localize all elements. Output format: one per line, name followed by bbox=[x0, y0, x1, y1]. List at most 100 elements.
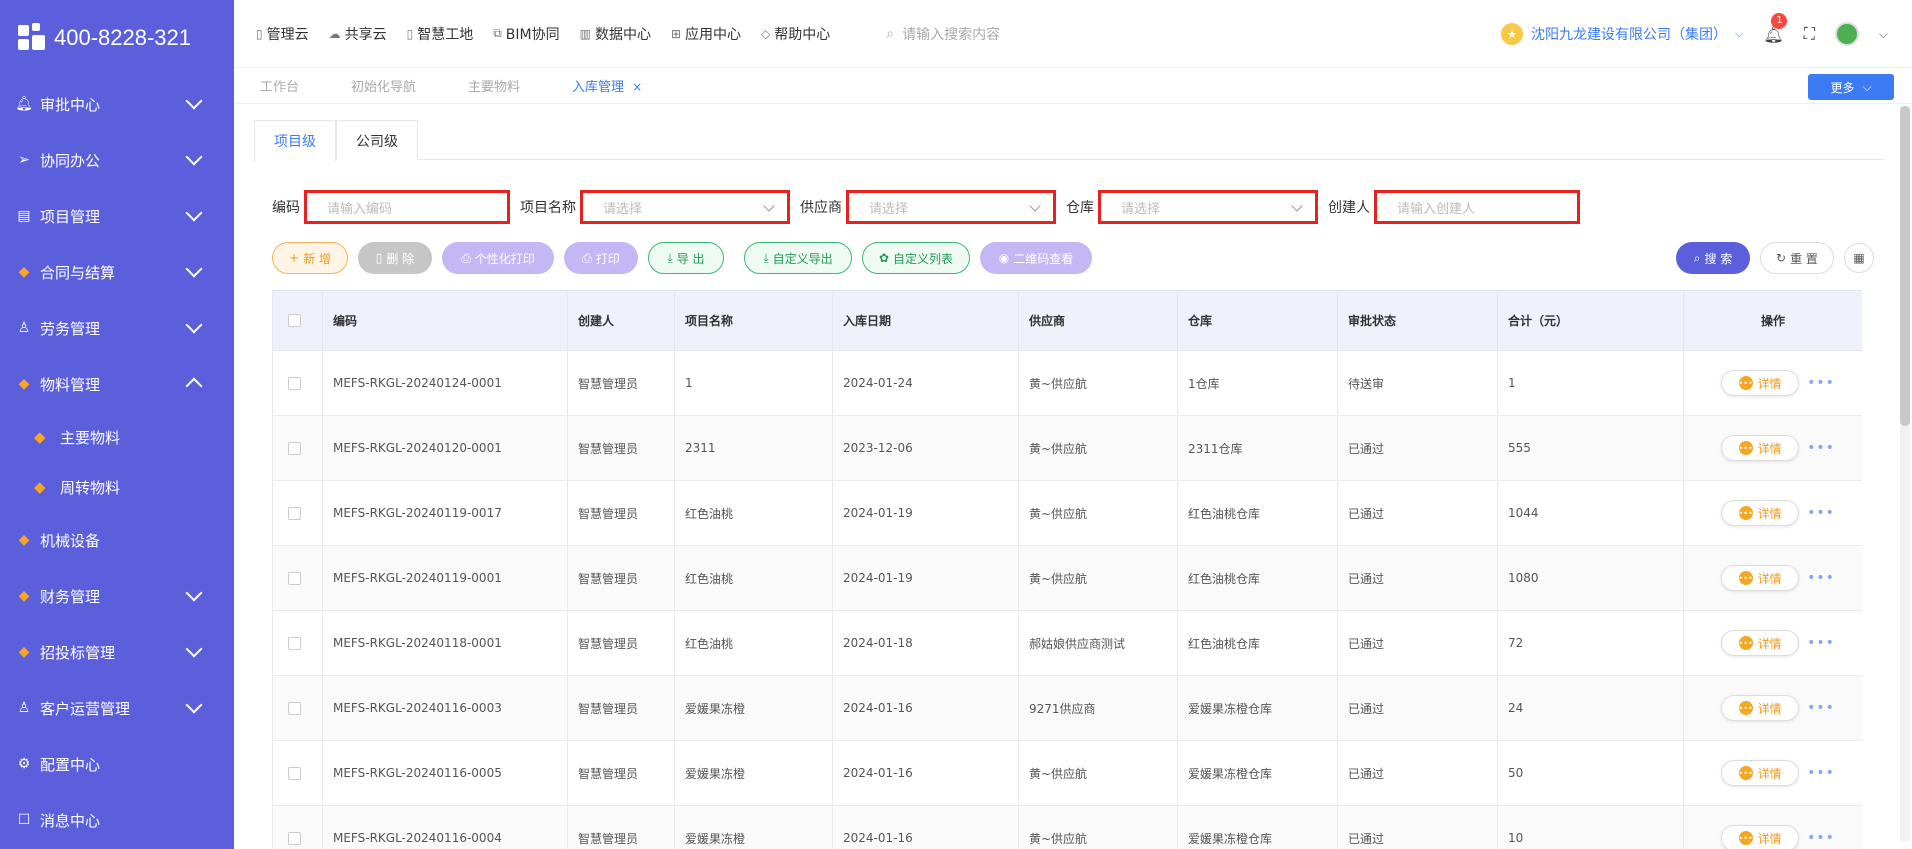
table-row[interactable]: MEFS-RKGL-20240116-0003 智慧管理员 爱媛果冻橙 2024-01… bbox=[272, 675, 1862, 741]
sidebar-item[interactable]: ▤ 项目管理 bbox=[0, 188, 234, 244]
table-row[interactable]: MEFS-RKGL-20240120-0001 智慧管理员 2311 2023-12-… bbox=[272, 415, 1862, 481]
sidebar-item[interactable]: ◆ 合同与结算 bbox=[0, 244, 234, 300]
page-tab[interactable]: 初始化导航 bbox=[325, 76, 442, 95]
sidebar-item[interactable]: ☐ 消息中心 bbox=[0, 792, 234, 848]
detail-button[interactable]: ••• 详情 bbox=[1721, 825, 1800, 849]
supplier-select[interactable]: 请选择 bbox=[846, 190, 1056, 224]
row-checkbox[interactable] bbox=[288, 571, 301, 585]
top-menu-item[interactable]: ⧉ BIM协同 bbox=[493, 24, 559, 44]
top-menu-item[interactable]: ☁ 共享云 bbox=[329, 24, 387, 44]
sidebar-item[interactable]: ➢ 协同办公 bbox=[0, 132, 234, 188]
chevron-down-icon[interactable]: ⌵ bbox=[1879, 27, 1888, 42]
sidebar-item[interactable]: ⚙ 配置中心 bbox=[0, 736, 234, 792]
row-checkbox[interactable] bbox=[288, 831, 301, 845]
row-checkbox[interactable] bbox=[288, 701, 301, 715]
sidebar-item[interactable]: ◆ 机械设备 bbox=[0, 512, 234, 568]
cell-supplier: 黄~供应航 bbox=[1018, 480, 1178, 546]
detail-button[interactable]: ••• 详情 bbox=[1721, 370, 1800, 396]
top-menu-item[interactable]: ⊞ 应用中心 bbox=[671, 24, 741, 44]
top-menu-item[interactable]: ▯ 智慧工地 bbox=[407, 24, 474, 44]
top-menu-item[interactable]: ▥ 数据中心 bbox=[580, 24, 651, 44]
more-options-icon[interactable]: ••• bbox=[1807, 570, 1835, 586]
custom-list-button[interactable]: ✿ 自定义列表 bbox=[862, 242, 970, 274]
cell-code: MEFS-RKGL-20240116-0005 bbox=[322, 740, 568, 806]
table-row[interactable]: MEFS-RKGL-20240124-0001 智慧管理员 1 2024-01-24 黄… bbox=[272, 350, 1862, 416]
custom-export-button[interactable]: ⤓ 自定义导出 bbox=[744, 242, 852, 274]
delete-button[interactable]: ▯ 删 除 bbox=[358, 242, 432, 274]
detail-button[interactable]: ••• 详情 bbox=[1721, 435, 1800, 461]
more-options-icon[interactable]: ••• bbox=[1807, 765, 1835, 781]
more-options-icon[interactable]: ••• bbox=[1807, 700, 1835, 716]
page-tab[interactable]: 工作台 bbox=[234, 76, 325, 95]
sidebar-item[interactable]: ♙ 客户运营管理 bbox=[0, 680, 234, 736]
col-project[interactable]: 项目名称 bbox=[674, 290, 833, 351]
col-supplier[interactable]: 供应商 bbox=[1018, 290, 1178, 351]
detail-button[interactable]: ••• 详情 bbox=[1721, 565, 1800, 591]
sidebar-item[interactable]: ◆ 物料管理 bbox=[0, 356, 234, 412]
custom-print-button[interactable]: ⎙ 个性化打印 bbox=[442, 242, 554, 274]
cell-actions: ••• 详情 ••• bbox=[1683, 740, 1862, 806]
global-search-input[interactable]: 请输入搜索内容 bbox=[902, 24, 1000, 44]
sidebar-item[interactable]: 🔔︎ 审批中心 bbox=[0, 76, 234, 132]
project-select[interactable]: 请选择 bbox=[580, 190, 790, 224]
company-selector[interactable]: ★ 沈阳九龙建设有限公司（集团） ⌵ bbox=[1501, 23, 1743, 45]
add-button[interactable]: + 新 增 bbox=[272, 242, 348, 274]
table-row[interactable]: MEFS-RKGL-20240118-0001 智慧管理员 红色油桃 2024-01-… bbox=[272, 610, 1862, 676]
detail-button[interactable]: ••• 详情 bbox=[1721, 695, 1800, 721]
tab-company-level[interactable]: 公司级 bbox=[336, 120, 418, 160]
row-checkbox[interactable] bbox=[288, 376, 301, 390]
col-warehouse[interactable]: 仓库 bbox=[1177, 290, 1338, 351]
detail-button[interactable]: ••• 详情 bbox=[1721, 630, 1800, 656]
table-row[interactable]: MEFS-RKGL-20240116-0004 智慧管理员 爱媛果冻橙 2024-01… bbox=[272, 805, 1862, 849]
table-row[interactable]: MEFS-RKGL-20240119-0017 智慧管理员 红色油桃 2024-01-… bbox=[272, 480, 1862, 546]
detail-button[interactable]: ••• 详情 bbox=[1721, 500, 1800, 526]
more-options-icon[interactable]: ••• bbox=[1807, 375, 1835, 391]
scrollbar-thumb[interactable] bbox=[1900, 106, 1910, 426]
fullscreen-icon[interactable]: ⛶ bbox=[1804, 24, 1815, 44]
top-menu-item[interactable]: ▯ 管理云 bbox=[256, 24, 309, 44]
global-search[interactable]: ⌕ 请输入搜索内容 bbox=[886, 24, 1186, 44]
more-options-icon[interactable]: ••• bbox=[1807, 635, 1835, 651]
sidebar-item[interactable]: ♙ 劳务管理 bbox=[0, 300, 234, 356]
col-code[interactable]: 编码 bbox=[322, 290, 568, 351]
col-date[interactable]: 入库日期 bbox=[832, 290, 1019, 351]
tab-project-level[interactable]: 项目级 bbox=[254, 120, 336, 161]
qr-view-button[interactable]: ◉ 二维码查看 bbox=[980, 242, 1092, 274]
col-status[interactable]: 审批状态 bbox=[1337, 290, 1498, 351]
notification-bell[interactable]: 🔔︎ 1 bbox=[1763, 12, 1788, 44]
detail-button[interactable]: ••• 详情 bbox=[1721, 760, 1800, 786]
avatar[interactable] bbox=[1834, 22, 1859, 46]
more-options-icon[interactable]: ••• bbox=[1807, 830, 1835, 846]
row-checkbox[interactable] bbox=[288, 636, 301, 650]
reset-button[interactable]: ↻ 重 置 bbox=[1760, 242, 1834, 274]
page-tab[interactable]: 入库管理 × bbox=[546, 76, 668, 95]
print-button[interactable]: ⎙ 打印 bbox=[564, 242, 638, 274]
search-button[interactable]: ⌕ 搜 索 bbox=[1676, 242, 1750, 274]
sidebar-subitem[interactable]: ◆ 周转物料 bbox=[0, 462, 234, 512]
top-menu-item[interactable]: ◇ 帮助中心 bbox=[761, 24, 830, 44]
more-options-icon[interactable]: ••• bbox=[1807, 505, 1835, 521]
page-tab[interactable]: 主要物料 bbox=[442, 76, 546, 95]
more-options-icon[interactable]: ••• bbox=[1807, 440, 1835, 456]
warehouse-select[interactable]: 请选择 bbox=[1098, 190, 1318, 224]
sidebar-item[interactable]: ◆ 招投标管理 bbox=[0, 624, 234, 680]
close-icon[interactable]: × bbox=[632, 80, 642, 94]
sidebar-item[interactable]: ◆ 财务管理 bbox=[0, 568, 234, 624]
logo[interactable]: 400-8228-321 bbox=[0, 0, 234, 76]
creator-input[interactable]: 请输入创建人 bbox=[1374, 190, 1580, 224]
row-checkbox[interactable] bbox=[288, 506, 301, 520]
table-row[interactable]: MEFS-RKGL-20240119-0001 智慧管理员 红色油桃 2024-01-… bbox=[272, 545, 1862, 611]
table-row[interactable]: MEFS-RKGL-20240116-0005 智慧管理员 爱媛果冻橙 2024-01… bbox=[272, 740, 1862, 806]
sidebar-subitem[interactable]: ◆ 主要物料 bbox=[0, 412, 234, 462]
cell-warehouse: 2311仓库 bbox=[1177, 415, 1338, 481]
row-checkbox[interactable] bbox=[288, 441, 301, 455]
bell-icon: 🔔︎ bbox=[15, 96, 33, 112]
code-input[interactable]: 请输入编码 bbox=[304, 190, 510, 224]
export-button[interactable]: ⤓ 导 出 bbox=[648, 242, 724, 274]
select-all-checkbox[interactable] bbox=[288, 314, 301, 327]
grid-settings-button[interactable]: ▦ bbox=[1844, 243, 1874, 273]
col-total[interactable]: 合计（元） bbox=[1497, 290, 1684, 351]
col-creator[interactable]: 创建人 bbox=[567, 290, 675, 351]
row-checkbox[interactable] bbox=[288, 766, 301, 780]
more-button[interactable]: 更多 ⌵ bbox=[1808, 74, 1894, 100]
